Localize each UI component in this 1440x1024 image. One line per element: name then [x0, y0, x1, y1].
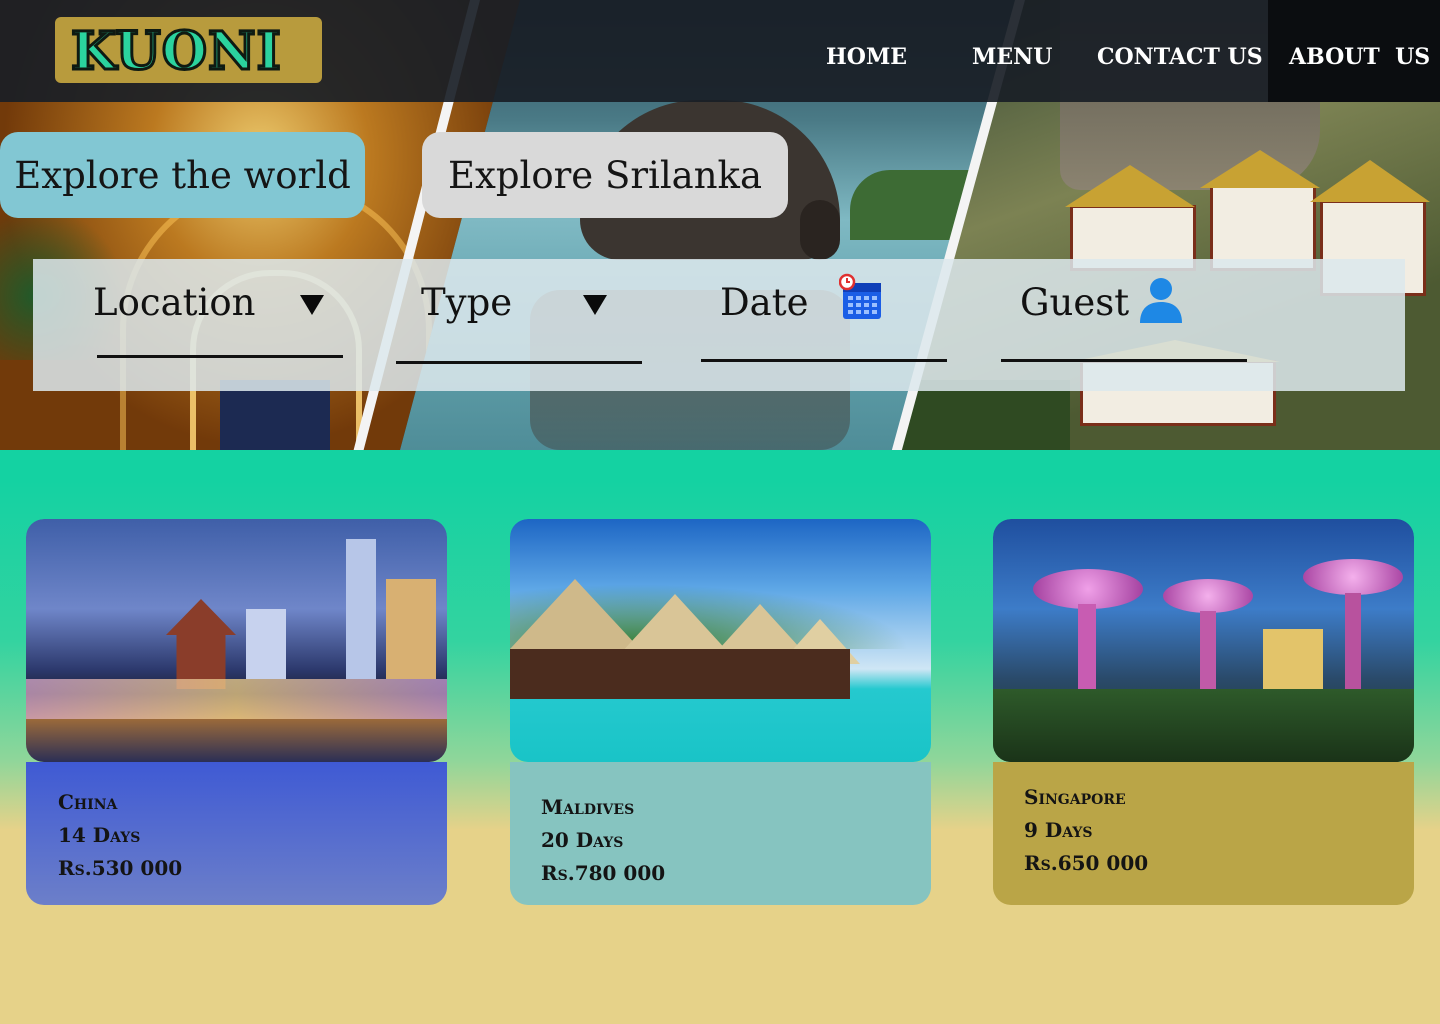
supertree-canopy-1	[1033, 569, 1143, 609]
location-select[interactable]: Location	[33, 259, 363, 391]
maldives-image	[510, 519, 931, 762]
package-card-china[interactable]: China 14 Days Rs.530 000	[26, 519, 447, 905]
type-underline	[396, 361, 642, 364]
china-price: Rs.530 000	[58, 856, 183, 880]
date-underline	[701, 359, 947, 362]
china-image	[26, 519, 447, 762]
guest-underline	[1001, 359, 1247, 362]
nav-about-us[interactable]: ABOUT US	[1289, 44, 1430, 70]
maldives-hut-bodies	[510, 649, 850, 699]
gardens-foliage	[993, 689, 1414, 762]
type-label: Type	[421, 281, 513, 324]
location-label: Location	[93, 281, 256, 324]
maldives-details: Maldives 20 Days Rs.780 000	[541, 791, 665, 890]
marina-bay-sands	[1263, 629, 1323, 689]
monastery-roof-3	[1310, 160, 1430, 202]
singapore-info: Singapore 9 Days Rs.650 000	[993, 762, 1414, 905]
supertree-canopy-2	[1163, 579, 1253, 613]
maldives-destination: Maldives	[541, 795, 635, 819]
china-building	[386, 579, 436, 679]
guest-label: Guest	[1020, 281, 1130, 324]
china-tower	[346, 539, 376, 679]
guest-select[interactable]: Guest	[993, 259, 1293, 391]
calendar-icon	[839, 273, 881, 319]
date-label: Date	[720, 281, 809, 324]
package-card-singapore[interactable]: Singapore 9 Days Rs.650 000	[993, 519, 1414, 905]
location-underline	[97, 355, 343, 358]
dropdown-arrow-icon	[583, 295, 607, 315]
swimmer	[800, 200, 840, 260]
search-bar: Location Type Date Guest	[33, 259, 1405, 391]
dropdown-arrow-icon	[300, 295, 324, 315]
tab-explore-world[interactable]: Explore the world	[0, 132, 365, 218]
user-icon	[1140, 278, 1182, 323]
nav-contact-us[interactable]: CONTACT US	[1097, 44, 1263, 70]
hero-banner: KUONI HOME MENU CONTACT US ABOUT US Expl…	[0, 0, 1440, 450]
china-destination: China	[58, 790, 118, 814]
singapore-price: Rs.650 000	[1024, 851, 1149, 875]
china-pagoda	[166, 599, 236, 689]
logo-text: KUONI	[70, 20, 283, 84]
china-bridge-lights	[26, 679, 447, 719]
tab-explore-srilanka[interactable]: Explore Srilanka	[422, 132, 788, 218]
singapore-image	[993, 519, 1414, 762]
china-details: China 14 Days Rs.530 000	[58, 786, 182, 885]
nav-home[interactable]: HOME	[826, 44, 907, 70]
nav-menu[interactable]: MENU	[972, 44, 1052, 70]
maldives-info: Maldives 20 Days Rs.780 000	[510, 762, 931, 905]
package-card-maldives[interactable]: Maldives 20 Days Rs.780 000	[510, 519, 931, 905]
maldives-duration: 20 Days	[541, 828, 624, 852]
supertree-canopy-3	[1303, 559, 1403, 595]
date-picker[interactable]: Date	[693, 259, 993, 391]
china-duration: 14 Days	[58, 823, 141, 847]
singapore-duration: 9 Days	[1024, 818, 1093, 842]
type-select[interactable]: Type	[383, 259, 683, 391]
maldives-price: Rs.780 000	[541, 861, 666, 885]
singapore-destination: Singapore	[1024, 785, 1126, 809]
brand-logo[interactable]: KUONI	[55, 17, 322, 84]
tab-explore-world-label: Explore the world	[14, 153, 351, 197]
tab-explore-srilanka-label: Explore Srilanka	[447, 153, 763, 197]
china-building-2	[246, 609, 286, 679]
singapore-details: Singapore 9 Days Rs.650 000	[1024, 781, 1148, 880]
china-info: China 14 Days Rs.530 000	[26, 762, 447, 905]
top-navbar: KUONI HOME MENU CONTACT US ABOUT US	[0, 0, 1440, 102]
